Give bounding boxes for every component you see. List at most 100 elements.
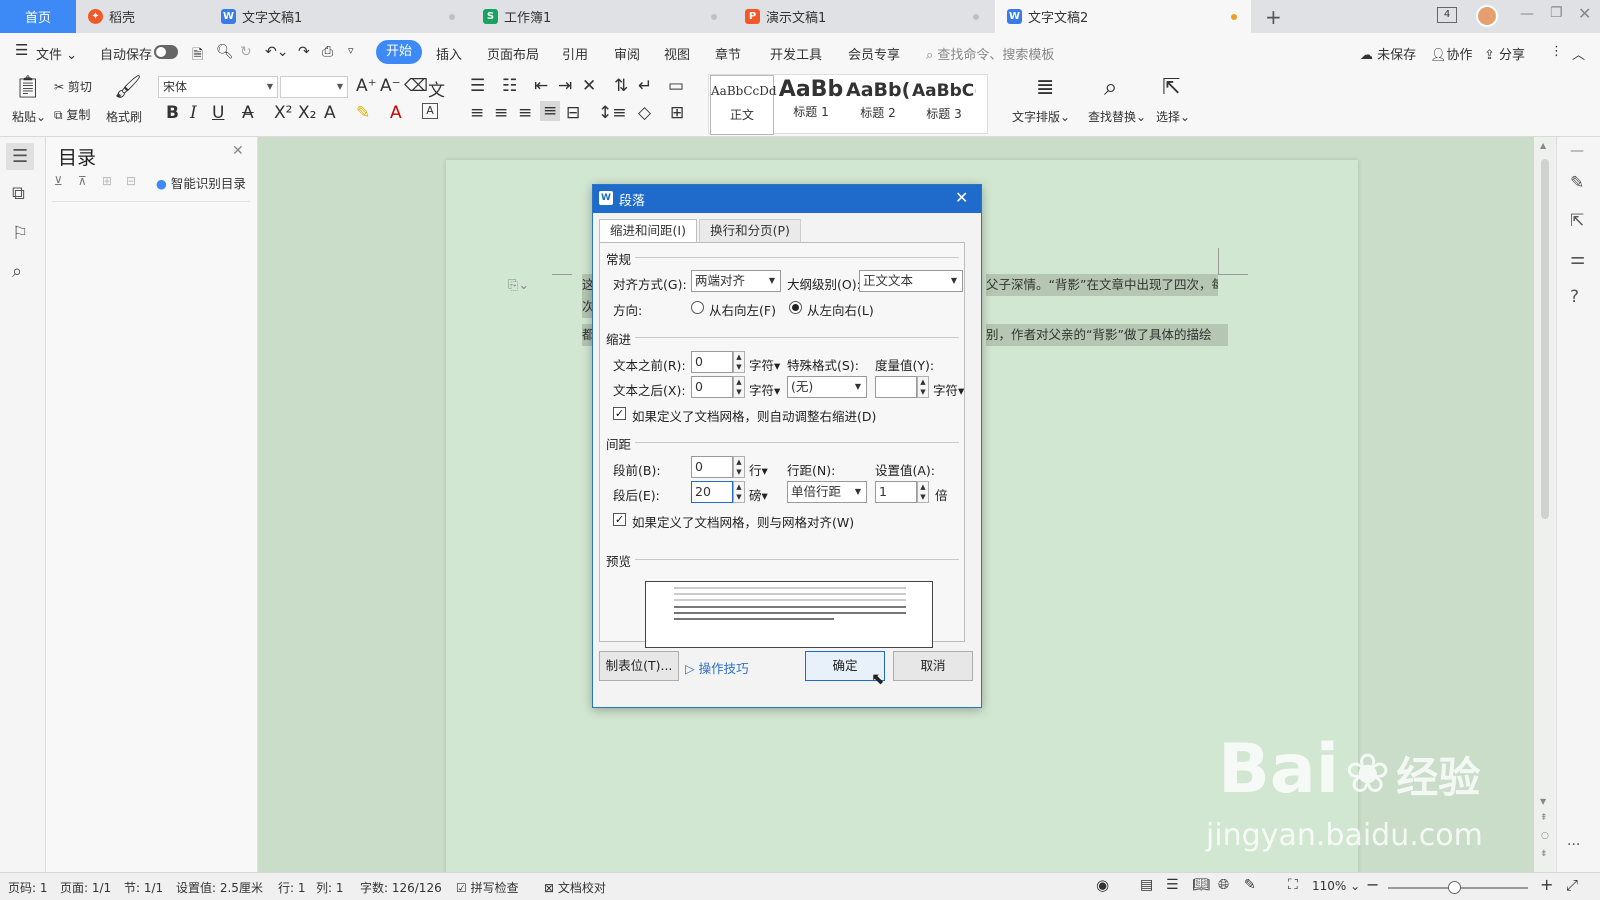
next-page-icon[interactable]: ⇟	[1540, 849, 1548, 859]
style-heading2[interactable]: AaBb( 标题 2	[846, 75, 910, 135]
tab-workbook1[interactable]: S 工作簿1	[471, 0, 731, 33]
numbering-icon[interactable]: ☷	[502, 76, 517, 96]
tab-close-dot[interactable]	[449, 14, 455, 20]
zoom-out-icon[interactable]: −	[1366, 875, 1379, 894]
ltr-radio[interactable]	[789, 301, 802, 314]
vertical-scrollbar[interactable]: ▲ ▼ ⇞ ○ ⇟	[1534, 137, 1556, 872]
bold-icon[interactable]: B	[166, 103, 179, 123]
save-icon[interactable]: 🗎	[192, 44, 203, 68]
paste-button[interactable]: 粘贴⌄	[12, 108, 46, 125]
unsaved-button[interactable]: ☁ 未保存	[1360, 44, 1416, 63]
before-spacing-input[interactable]: 0	[691, 456, 733, 478]
dialog-close-icon[interactable]: ✕	[955, 188, 968, 207]
measure-unit[interactable]: 字符▾	[933, 380, 964, 399]
superscript-icon[interactable]: X²	[274, 103, 292, 123]
tab-doc1[interactable]: W 文字文稿1	[209, 0, 469, 33]
page-view-icon[interactable]: ▤	[1140, 877, 1153, 893]
fullscreen-icon[interactable]: ⤢	[1566, 876, 1578, 894]
measure-spinner[interactable]: ▲ ▼	[917, 376, 929, 398]
sliders-icon[interactable]: ⚌	[1570, 249, 1585, 269]
menu-developer[interactable]: 开发工具	[770, 44, 822, 63]
find-replace-button[interactable]: 查找替换⌄	[1088, 108, 1146, 125]
more-icon[interactable]: ⋮	[1550, 44, 1563, 59]
distributed-icon[interactable]: ⊟	[566, 103, 580, 123]
highlight-icon[interactable]: ✎	[356, 103, 370, 123]
bullets-icon[interactable]: ☰	[470, 76, 485, 96]
font-color-icon[interactable]: A	[390, 103, 402, 123]
grid-indent-label[interactable]: 如果定义了文档网格，则自动调整右缩进(D)	[632, 406, 876, 425]
tab-indent-spacing[interactable]: 缩进和间距(I)	[599, 219, 697, 243]
cancel-button[interactable]: 取消	[893, 651, 973, 681]
zoom-level[interactable]: 110% ⌄	[1312, 879, 1360, 893]
bookmark-icon[interactable]: ⚐	[12, 223, 28, 244]
char-border-icon[interactable]: A	[422, 103, 438, 119]
smart-toc-button[interactable]: ● 智能识别目录	[156, 173, 246, 192]
after-spacing-spinner[interactable]: ▲ ▼	[733, 481, 745, 503]
print-icon[interactable]: ⎙	[322, 44, 333, 60]
rail-menu-icon[interactable]: —	[1570, 143, 1584, 159]
text-layout-button[interactable]: 文字排版⌄	[1012, 108, 1070, 125]
style-heading1[interactable]: AaBb 标题 1	[778, 75, 844, 135]
before-text-input[interactable]: 0	[691, 351, 733, 373]
after-spacing-unit[interactable]: 磅▾	[749, 485, 768, 504]
select-button[interactable]: 选择⌄	[1156, 108, 1190, 125]
tab-home[interactable]: 首页	[0, 0, 76, 33]
eye-protection-icon[interactable]: ◉	[1096, 876, 1109, 894]
redo-disabled-icon[interactable]: ↻	[240, 44, 252, 60]
setting-spinner[interactable]: ▲ ▼	[917, 481, 929, 503]
paste-icon[interactable]: 📋︎	[14, 75, 42, 100]
decrease-indent-icon[interactable]: ⇤	[534, 76, 548, 96]
chinese-layout-icon[interactable]: ✕	[582, 76, 596, 96]
collapse-icon[interactable]: ⊼	[78, 174, 87, 188]
collab-button[interactable]: 👤︎协作	[1430, 44, 1473, 63]
close-window-icon[interactable]: ✕	[1578, 4, 1591, 23]
show-marks-icon[interactable]: ↵	[638, 76, 652, 96]
align-right-icon[interactable]: ≡	[518, 103, 532, 123]
special-select[interactable]: (无) ▼	[787, 376, 867, 398]
font-size-select[interactable]: ▼	[280, 76, 348, 98]
text-layout-icon[interactable]: ≣	[1036, 75, 1054, 100]
before-spacing-spinner[interactable]: ▲ ▼	[733, 456, 745, 478]
menu-member[interactable]: 会员专享	[848, 44, 900, 63]
repeat-icon[interactable]: ↷	[298, 44, 310, 60]
copy-button[interactable]: ⧉ 复制	[54, 106, 90, 123]
zoom-in-icon[interactable]: +	[1540, 875, 1553, 894]
text-effect-icon[interactable]: A	[324, 103, 336, 123]
measure-input[interactable]	[875, 376, 917, 398]
restore-icon[interactable]: ❐	[1550, 5, 1563, 21]
close-panel-icon[interactable]: ✕	[232, 143, 244, 159]
undo-icon[interactable]: ↶⌄	[265, 44, 288, 60]
proofread-button[interactable]: ⊠ 文档校对	[544, 879, 606, 896]
prev-page-icon[interactable]: ⇞	[1540, 813, 1548, 823]
rtl-label[interactable]: 从右向左(F)	[709, 300, 776, 319]
fit-page-icon[interactable]: ⛶	[1288, 877, 1298, 893]
select-cursor-icon[interactable]: ⇱	[1162, 75, 1180, 100]
browse-object-icon[interactable]: ○	[1541, 831, 1549, 841]
more-horizontal-icon[interactable]: ···	[1567, 837, 1580, 853]
expand-icon[interactable]: ⊻	[54, 174, 63, 188]
status-row[interactable]: 行: 1	[278, 879, 306, 896]
shrink-font-icon[interactable]: A⁻	[380, 76, 401, 96]
ltr-label[interactable]: 从左向右(L)	[807, 300, 874, 319]
line-spacing-icon[interactable]: ↕≡	[598, 103, 627, 123]
edit-pen-icon[interactable]: ✎	[1570, 173, 1584, 193]
status-page[interactable]: 页面: 1/1	[60, 879, 111, 896]
font-select[interactable]: 宋体 ▼	[158, 76, 278, 98]
search-panel-icon[interactable]: ⌕	[12, 261, 22, 282]
after-text-unit[interactable]: 字符▾	[749, 380, 780, 399]
justify-icon[interactable]: ≡	[540, 101, 561, 121]
grid-align-checkbox[interactable]: ✓	[613, 513, 626, 526]
strikethrough-icon[interactable]: A	[242, 103, 254, 123]
tabstops-button[interactable]: 制表位(T)...	[599, 651, 679, 681]
grid-align-label[interactable]: 如果定义了文档网格，则与网格对齐(W)	[632, 512, 854, 531]
after-spacing-input[interactable]: 20	[691, 481, 733, 503]
print-preview-icon[interactable]: 🔍︎	[216, 44, 234, 60]
cursor-icon[interactable]: ⇱	[1570, 211, 1584, 231]
cut-button[interactable]: ✂ 剪切	[54, 78, 92, 95]
window-count-icon[interactable]: 4	[1437, 7, 1457, 23]
collapse-ribbon-icon[interactable]: ︿	[1572, 44, 1585, 63]
scroll-thumb[interactable]	[1541, 159, 1549, 519]
tabs-icon[interactable]: ▭	[668, 76, 684, 96]
reading-view-icon[interactable]: 📖︎	[1192, 877, 1210, 893]
write-view-icon[interactable]: ✎	[1244, 877, 1256, 893]
